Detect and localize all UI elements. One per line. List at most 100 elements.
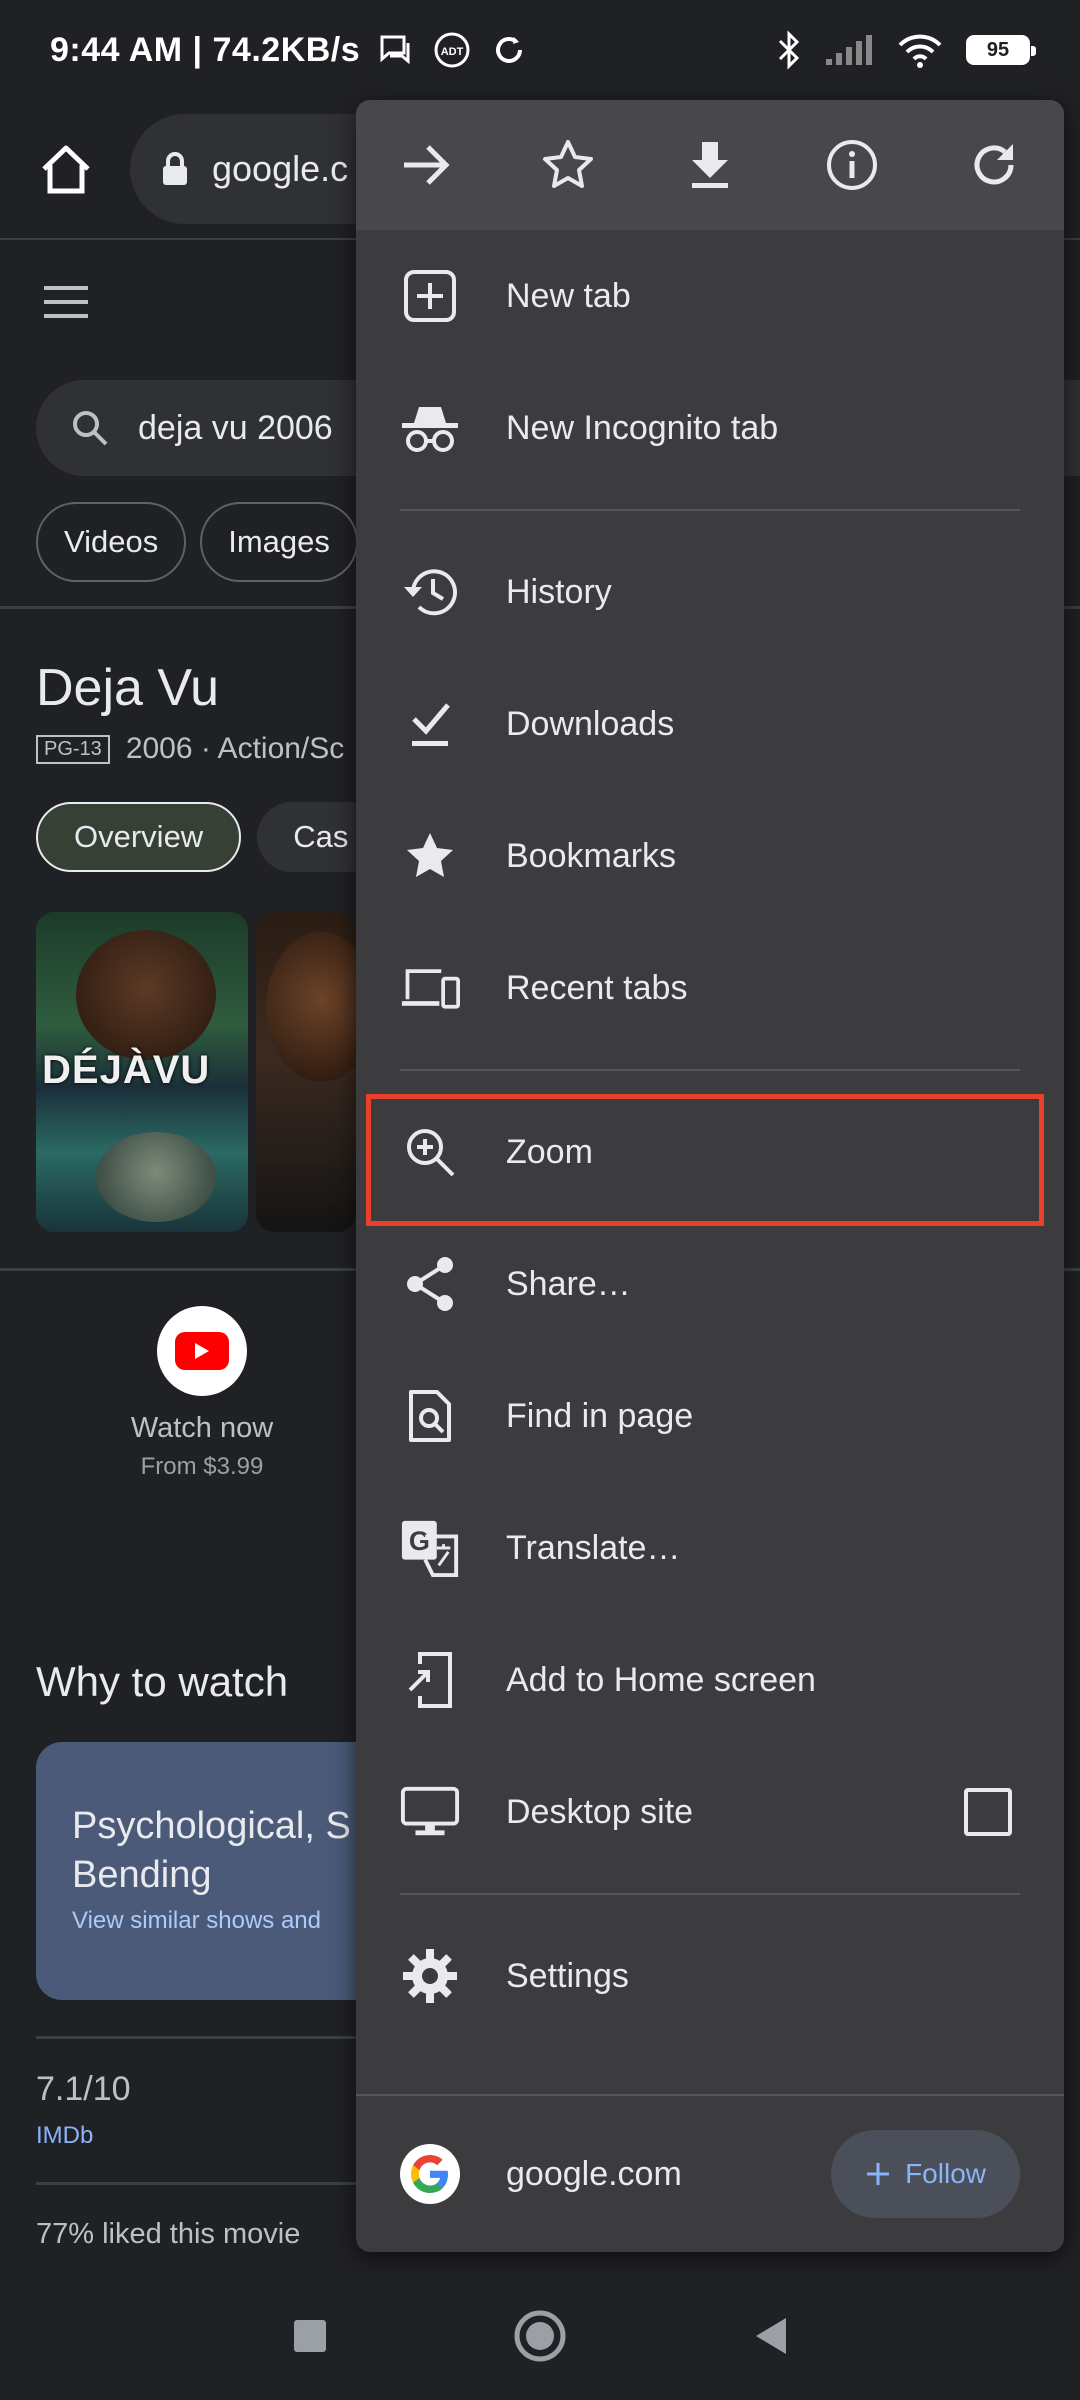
movie-meta-text: 2006 · Action/Sc	[125, 732, 345, 765]
star-outline-icon	[543, 140, 593, 188]
plus-icon	[867, 2163, 890, 2185]
overflow-menu: New tab New Incognito tab History Downlo…	[356, 100, 1064, 2252]
page-info-button[interactable]	[824, 137, 880, 193]
zoom-highlight-box	[366, 1094, 1044, 1226]
menu-item-incognito[interactable]: New Incognito tab	[356, 362, 1064, 494]
imdb-score: 7.1/10	[36, 2070, 131, 2108]
lock-icon	[163, 152, 187, 185]
history-icon	[400, 562, 460, 622]
status-bar: 9:44 AM | 74.2KB/s ADT 95	[0, 0, 1080, 100]
arrow-forward-icon	[404, 145, 450, 185]
menu-item-label: Find in page	[506, 1396, 694, 1435]
menu-item-translate[interactable]: G Translate…	[356, 1482, 1064, 1614]
menu-item-label: New Incognito tab	[506, 408, 779, 447]
bookmark-button[interactable]	[540, 137, 596, 193]
search-icon	[73, 411, 108, 446]
new-tab-icon	[400, 266, 460, 326]
menu-item-label: History	[506, 572, 612, 611]
menu-item-label: Add to Home screen	[506, 1660, 816, 1699]
menu-item-share[interactable]: Share…	[356, 1218, 1064, 1350]
battery-indicator: 95	[966, 35, 1036, 65]
rating-badge: PG-13	[36, 734, 110, 764]
forward-button[interactable]	[398, 137, 454, 193]
menu-item-label: Bookmarks	[506, 836, 677, 875]
tab-overview[interactable]: Overview	[36, 802, 242, 872]
menu-item-desktop-site[interactable]: Desktop site	[356, 1746, 1064, 1878]
menu-item-bookmarks[interactable]: Bookmarks	[356, 790, 1064, 922]
back-triangle-icon[interactable]	[752, 2316, 788, 2356]
chat-icon	[380, 35, 410, 65]
knowledge-tabs: Overview Cas	[36, 802, 385, 872]
signal-icon	[826, 35, 872, 65]
menu-divider	[400, 1069, 1020, 1071]
poster-title: DÉJÀVU	[42, 1048, 211, 1092]
youtube-icon	[157, 1306, 247, 1396]
system-nav-bar	[0, 2272, 1080, 2400]
divider	[36, 2036, 396, 2039]
movie-title: Deja Vu	[36, 659, 220, 717]
url-text: google.c	[212, 148, 349, 189]
menu-item-downloads[interactable]: Downloads	[356, 658, 1064, 790]
share-icon	[400, 1254, 460, 1314]
poster-strip: DÉJÀVU	[36, 912, 356, 1232]
refresh-button[interactable]	[966, 137, 1022, 193]
divider	[36, 2182, 396, 2185]
incognito-icon	[400, 398, 460, 458]
why-to-watch-heading: Why to watch	[36, 1658, 289, 1705]
star-icon	[400, 826, 460, 886]
menu-divider	[400, 509, 1020, 511]
menu-item-label: Recent tabs	[506, 968, 688, 1007]
menu-item-zoom[interactable]: Zoom	[356, 1086, 1064, 1226]
movie-meta: PG-13 2006 · Action/Sc	[36, 732, 344, 766]
menu-item-settings[interactable]: Settings	[356, 1910, 1064, 2042]
menu-item-new-tab[interactable]: New tab	[356, 230, 1064, 362]
menu-item-label: Share…	[506, 1264, 631, 1303]
add-home-icon	[400, 1650, 460, 1710]
menu-item-label: Desktop site	[506, 1792, 694, 1831]
adt-icon: ADT	[434, 32, 470, 68]
filter-chips: Videos Images	[36, 502, 358, 582]
poster-image[interactable]: DÉJÀVU	[36, 912, 248, 1232]
hamburger-menu-icon[interactable]	[44, 286, 88, 318]
watch-now-option[interactable]: Watch now From $3.99	[82, 1306, 322, 1481]
downloads-icon	[400, 694, 460, 754]
refresh-icon	[974, 144, 1014, 185]
menu-item-label: New tab	[506, 276, 631, 315]
menu-item-label: Translate…	[506, 1528, 681, 1567]
menu-item-recent-tabs[interactable]: Recent tabs	[356, 922, 1064, 1054]
menu-item-find-in-page[interactable]: Find in page	[356, 1350, 1064, 1482]
imdb-source-link[interactable]: IMDb	[36, 2122, 93, 2150]
sync-icon	[496, 37, 523, 63]
home-button[interactable]	[30, 133, 102, 205]
translate-icon: G	[400, 1518, 460, 1578]
watch-price: From $3.99	[140, 1453, 264, 1480]
menu-divider	[400, 1893, 1020, 1895]
download-page-button[interactable]	[682, 137, 738, 193]
liked-percent: 77% liked this movie	[36, 2218, 301, 2250]
download-icon	[692, 142, 728, 188]
menu-site-footer: google.com Follow	[356, 2094, 1064, 2252]
bluetooth-icon	[778, 30, 800, 70]
menu-item-label: Settings	[506, 1956, 629, 1995]
search-query: deja vu 2006	[138, 408, 333, 447]
gear-icon	[400, 1946, 460, 2006]
menu-action-row	[356, 100, 1064, 230]
devices-icon	[400, 958, 460, 1018]
svg-text:ADT: ADT	[441, 46, 464, 58]
info-icon	[827, 140, 877, 190]
google-logo-icon	[400, 2144, 460, 2204]
menu-item-history[interactable]: History	[356, 526, 1064, 658]
chip-images[interactable]: Images	[200, 502, 358, 582]
desktop-site-checkbox[interactable]	[964, 1788, 1012, 1836]
menu-item-add-home[interactable]: Add to Home screen	[356, 1614, 1064, 1746]
desktop-icon	[400, 1782, 460, 1842]
poster-image[interactable]	[256, 912, 356, 1232]
svg-text:G: G	[409, 1525, 430, 1556]
home-circle-icon[interactable]	[513, 2309, 567, 2363]
find-icon	[400, 1386, 460, 1446]
home-icon	[42, 145, 90, 194]
follow-button[interactable]: Follow	[831, 2130, 1020, 2218]
site-label: google.com	[506, 2154, 682, 2193]
recents-square-icon[interactable]	[292, 2318, 328, 2354]
chip-videos[interactable]: Videos	[36, 502, 187, 582]
